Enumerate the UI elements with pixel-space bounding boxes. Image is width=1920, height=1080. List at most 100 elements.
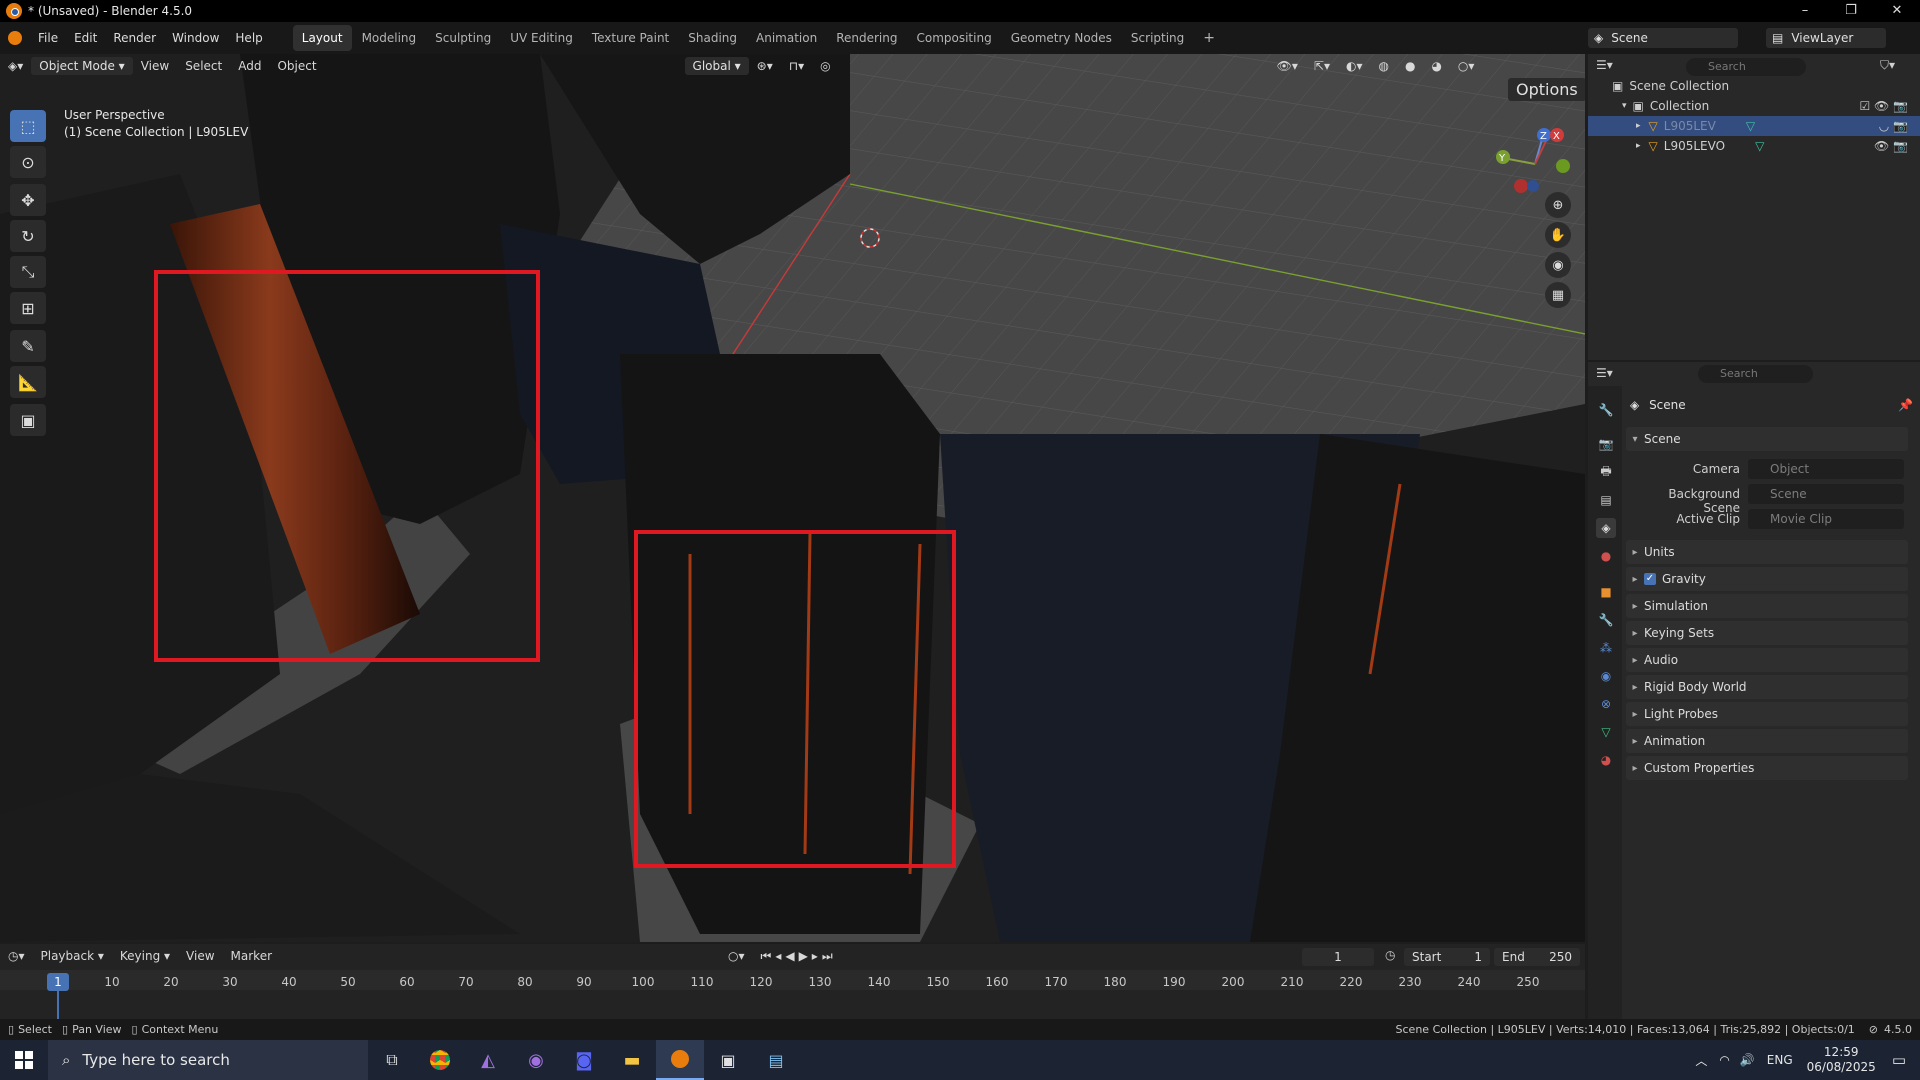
world-tab-icon[interactable]: ● <box>1596 546 1616 566</box>
output-tab-icon[interactable]: 🖶 <box>1596 462 1616 482</box>
menu-render[interactable]: Render <box>105 31 164 45</box>
wireframe-shading-icon[interactable]: ◍ <box>1370 57 1396 75</box>
constraints-tab-icon[interactable]: ⊗ <box>1596 694 1616 714</box>
add-workspace-button[interactable]: + <box>1194 24 1224 52</box>
scene-tab-icon[interactable]: ◈ <box>1596 518 1616 538</box>
start-frame-field[interactable]: Start 1 <box>1404 948 1490 966</box>
windows-start-icon[interactable] <box>0 1040 48 1080</box>
menu-file[interactable]: File <box>30 31 66 45</box>
outliner-collection[interactable]: ▾ ▣ Collection ☑ 👁 📷 <box>1588 96 1920 116</box>
units-panel[interactable]: ▸ Units <box>1626 540 1908 564</box>
solid-shading-icon[interactable]: ● <box>1397 57 1423 75</box>
rotate-tool[interactable]: ↻ <box>10 220 46 252</box>
snap-icon[interactable]: ⊓▾ <box>781 57 812 75</box>
object-visibility-icons[interactable]: ◡ 📷 <box>1879 119 1908 133</box>
tab-scripting[interactable]: Scripting <box>1122 25 1193 51</box>
playhead-marker[interactable]: 1 <box>47 973 69 991</box>
object-menu[interactable]: Object <box>269 57 324 75</box>
view-layer-tab-icon[interactable]: ▤ <box>1596 490 1616 510</box>
wifi-icon[interactable]: ◠ <box>1719 1053 1729 1067</box>
current-frame-field[interactable]: 1 <box>1302 948 1374 966</box>
tab-modeling[interactable]: Modeling <box>353 25 426 51</box>
outliner-editor-icon[interactable]: ☰▾ <box>1596 58 1613 72</box>
volume-icon[interactable]: 🔊 <box>1740 1053 1755 1067</box>
view-layer-selector[interactable]: ▤ ViewLayer <box>1766 28 1886 48</box>
select-box-tool[interactable]: ⬚ <box>10 110 46 142</box>
editor-type-icon[interactable]: ◈▾ <box>0 57 31 75</box>
file-explorer-icon[interactable]: ▬ <box>608 1040 656 1080</box>
object-tab-icon[interactable]: ■ <box>1596 582 1616 602</box>
zoom-icon[interactable]: ⊕ <box>1545 192 1571 218</box>
playback-controls-icon[interactable]: ⏮◂◀▶▸⏭ <box>753 947 845 966</box>
add-cube-tool[interactable]: ▣ <box>10 404 46 436</box>
discord-icon[interactable]: ◙ <box>560 1040 608 1080</box>
tab-texture-paint[interactable]: Texture Paint <box>583 25 678 51</box>
outliner-item-l905lev[interactable]: ▸ ▽ L905LEV ▽ ◡ 📷 <box>1588 116 1920 136</box>
close-button[interactable]: ✕ <box>1874 0 1920 22</box>
minimize-button[interactable]: – <box>1782 0 1828 22</box>
outliner-item-l905levo[interactable]: ▸ ▽ L905LEVO ▽ 👁 📷 <box>1588 136 1920 156</box>
mode-dropdown[interactable]: Object Mode ▾ <box>31 57 133 75</box>
cursor-tool[interactable]: ⊙ <box>10 146 46 178</box>
move-tool[interactable]: ✥ <box>10 184 46 216</box>
visibility-icon[interactable]: 👁▾ <box>1269 57 1306 75</box>
pivot-icon[interactable]: ⊛▾ <box>749 57 781 75</box>
tab-rendering[interactable]: Rendering <box>827 25 906 51</box>
tab-animation[interactable]: Animation <box>747 25 826 51</box>
particles-tab-icon[interactable]: ⁂ <box>1596 638 1616 658</box>
modifier-tab-icon[interactable]: 🔧 <box>1596 610 1616 630</box>
object-visibility-icons[interactable]: 👁 📷 <box>1874 139 1908 153</box>
3d-viewport[interactable]: User Perspective (1) Scene Collection | … <box>0 54 1585 942</box>
proportional-edit-icon[interactable]: ◎ <box>812 57 838 75</box>
preview-range-icon[interactable]: ◷ <box>1385 948 1395 962</box>
view-menu[interactable]: View <box>178 947 222 965</box>
data-tab-icon[interactable]: ▽ <box>1596 722 1616 742</box>
menu-help[interactable]: Help <box>227 31 270 45</box>
collection-chevron-icon[interactable]: ▾ <box>1622 101 1627 111</box>
visual-studio-icon[interactable]: ◭ <box>464 1040 512 1080</box>
overlay-toggle-icon[interactable]: ◐▾ <box>1338 57 1371 75</box>
tab-sculpting[interactable]: Sculpting <box>426 25 500 51</box>
navigation-gizmo[interactable]: Z X Y <box>1485 114 1575 204</box>
tab-geometry-nodes[interactable]: Geometry Nodes <box>1002 25 1121 51</box>
pan-hand-icon[interactable]: ✋ <box>1545 222 1571 248</box>
properties-editor-icon[interactable]: ☰▾ <box>1596 366 1613 380</box>
chrome-icon[interactable] <box>416 1040 464 1080</box>
timeline-editor-icon[interactable]: ◷▾ <box>0 947 33 965</box>
add-menu[interactable]: Add <box>230 57 269 75</box>
tray-chevron-icon[interactable]: ︿ <box>1695 1052 1707 1069</box>
annotate-tool[interactable]: ✎ <box>10 330 46 362</box>
audio-panel[interactable]: ▸ Audio <box>1626 648 1908 672</box>
keying-sets-panel[interactable]: ▸ Keying Sets <box>1626 621 1908 645</box>
clock[interactable]: 12:59 06/08/2025 <box>1807 1045 1876 1075</box>
custom-properties-panel[interactable]: ▸ Custom Properties <box>1626 756 1908 780</box>
viewport-options-button[interactable]: Options <box>1508 78 1585 101</box>
simulation-panel[interactable]: ▸ Simulation <box>1626 594 1908 618</box>
scene-panel-header[interactable]: ▾ Scene <box>1626 427 1908 451</box>
transform-orientation-dropdown[interactable]: Global ▾ <box>684 57 749 75</box>
tab-uv-editing[interactable]: UV Editing <box>501 25 582 51</box>
transform-tool[interactable]: ⊞ <box>10 292 46 324</box>
expand-chevron-icon[interactable]: ▸ <box>1636 141 1641 151</box>
measure-tool[interactable]: 📐 <box>10 366 46 398</box>
outliner-search-input[interactable]: Search <box>1686 58 1806 76</box>
auto-keying-icon[interactable]: ○▾ <box>720 947 753 965</box>
keying-menu[interactable]: Keying ▾ <box>112 947 178 965</box>
maximize-button[interactable]: ❐ <box>1828 0 1874 22</box>
tab-compositing[interactable]: Compositing <box>907 25 1000 51</box>
scale-tool[interactable]: ⤡ <box>10 256 46 288</box>
tab-layout[interactable]: Layout <box>292 25 352 51</box>
camera-field[interactable]: Object <box>1748 459 1904 479</box>
gizmo-toggle-icon[interactable]: ⇱▾ <box>1306 57 1338 75</box>
app-icon[interactable]: ▣ <box>704 1040 752 1080</box>
physics-tab-icon[interactable]: ◉ <box>1596 666 1616 686</box>
task-view-icon[interactable]: ⧉ <box>368 1040 416 1080</box>
view-menu[interactable]: View <box>133 57 177 75</box>
rigid-body-world-panel[interactable]: ▸ Rigid Body World <box>1626 675 1908 699</box>
expand-chevron-icon[interactable]: ▸ <box>1636 121 1641 131</box>
select-menu[interactable]: Select <box>177 57 230 75</box>
properties-search-input[interactable]: Search <box>1698 365 1813 383</box>
light-probes-panel[interactable]: ▸ Light Probes <box>1626 702 1908 726</box>
background-scene-field[interactable]: Scene <box>1748 484 1904 504</box>
gravity-checkbox[interactable]: ✓ <box>1644 573 1656 585</box>
